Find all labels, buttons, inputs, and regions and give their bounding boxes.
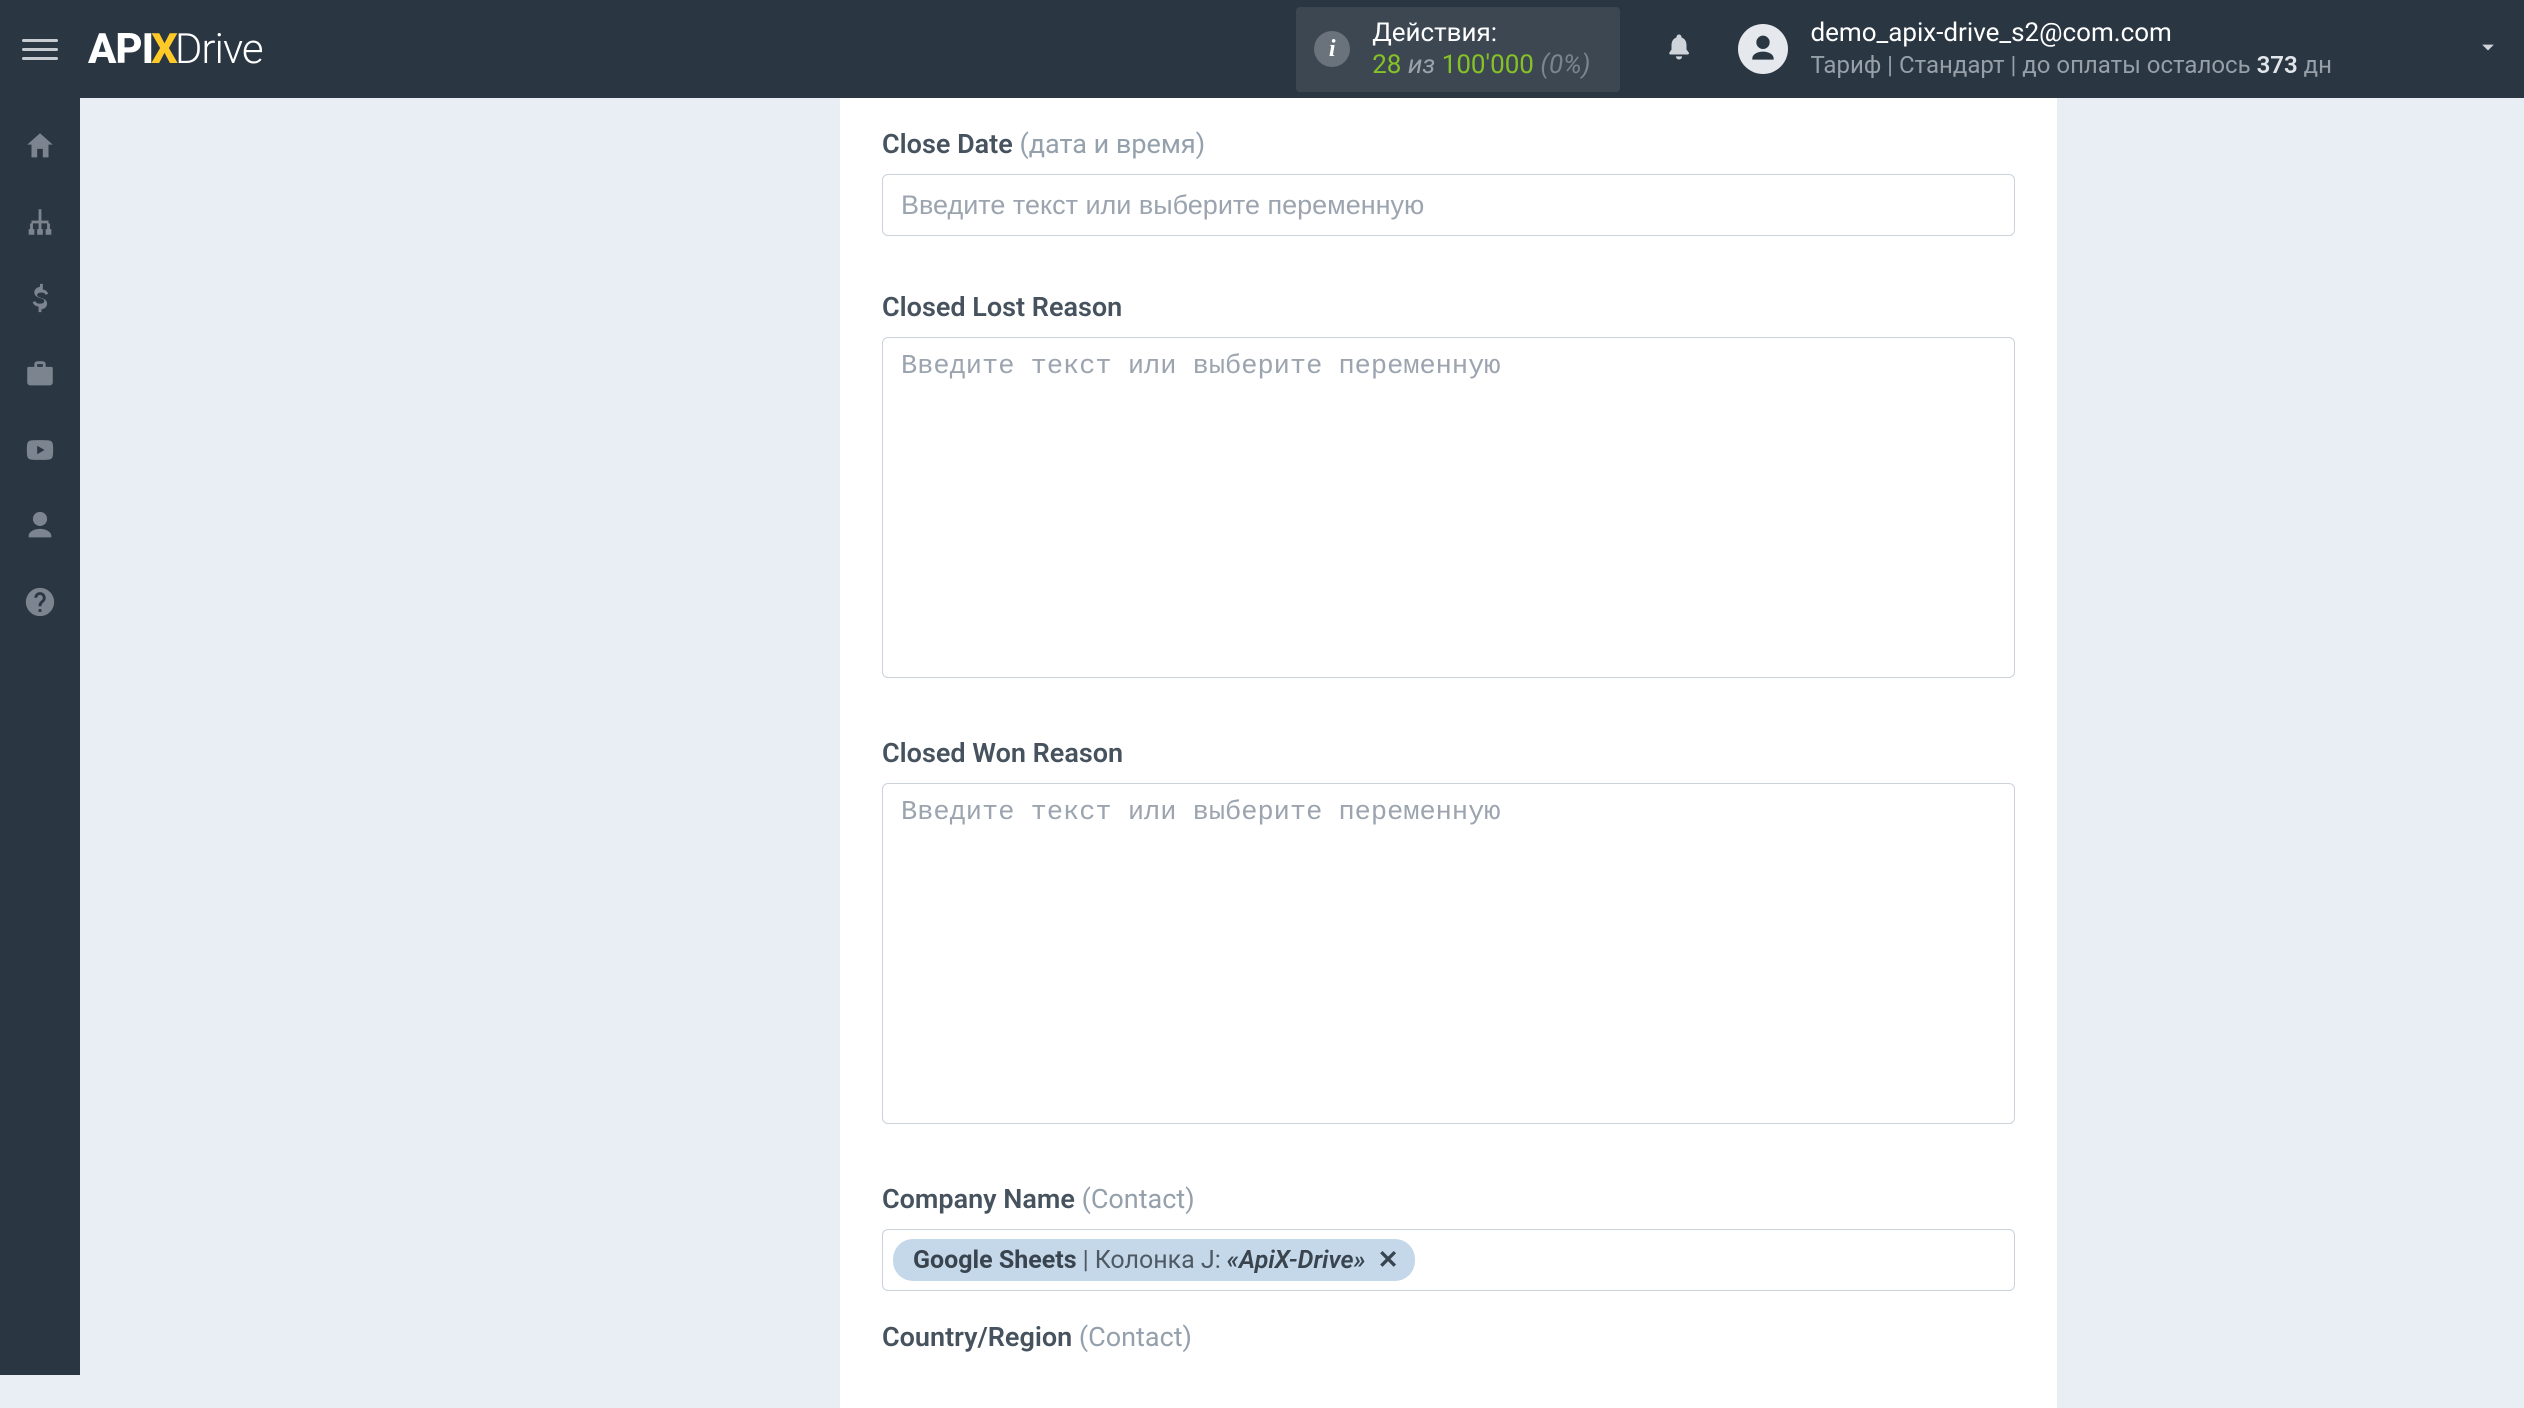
closed-won-reason-input[interactable] [882, 783, 2015, 1124]
closed-won-reason-label: Closed Won Reason [882, 737, 2015, 769]
logo[interactable]: API X Drive [88, 25, 263, 74]
usage-count: 28 [1372, 50, 1401, 80]
side-nav-connections[interactable] [0, 184, 80, 260]
company-name-label: Company Name (Contact) [882, 1183, 2015, 1215]
logo-api: API [88, 25, 153, 74]
home-icon [23, 129, 57, 163]
user-icon [1747, 33, 1779, 65]
side-nav-video[interactable] [0, 412, 80, 488]
info-icon: i [1314, 31, 1350, 67]
user-email: demo_apix-drive_s2@com.com [1810, 17, 2332, 51]
logo-x: X [151, 25, 177, 74]
closed-lost-reason-label: Closed Lost Reason [882, 291, 2015, 323]
country-region-label: Country/Region (Contact) [882, 1321, 2015, 1353]
field-country-region: Country/Region (Contact) [882, 1321, 2015, 1353]
account-menu[interactable]: demo_apix-drive_s2@com.com Тариф | Станд… [1738, 17, 2502, 82]
close-date-label: Close Date (дата и время) [882, 128, 2015, 160]
chevron-down-icon [2474, 33, 2502, 65]
variable-token[interactable]: Google Sheets | Колонка J: «ApiX-Drive» … [893, 1239, 1415, 1281]
user-icon [23, 509, 57, 543]
field-company-name: Company Name (Contact) Google Sheets | К… [882, 1183, 2015, 1291]
side-nav-profile[interactable] [0, 488, 80, 564]
form-card: Close Date (дата и время) Closed Lost Re… [840, 98, 2057, 1408]
help-icon [23, 585, 57, 619]
company-name-input[interactable]: Google Sheets | Колонка J: «ApiX-Drive» … [882, 1229, 2015, 1291]
token-column: Колонка J: [1095, 1246, 1221, 1275]
usage-label: Действия: [1372, 17, 1590, 50]
usage-text: Действия: 28 из 100'000 (0%) [1372, 17, 1590, 82]
bell-icon [1664, 32, 1694, 62]
tariff-line: Тариф | Стандарт | до оплаты осталось 37… [1810, 50, 2332, 81]
token-source: Google Sheets [913, 1246, 1077, 1275]
field-closed-won-reason: Closed Won Reason [882, 737, 2015, 1128]
notifications-button[interactable] [1664, 32, 1694, 66]
token-value: «ApiX-Drive» [1227, 1246, 1366, 1275]
close-date-input[interactable] [882, 174, 2015, 236]
top-bar: API X Drive i Действия: 28 из 100'000 (0… [0, 0, 2524, 98]
avatar [1738, 24, 1788, 74]
field-close-date: Close Date (дата и время) [882, 128, 2015, 236]
hamburger-menu-button[interactable] [22, 31, 58, 67]
usage-iz: из [1408, 50, 1435, 80]
usage-pct: (0%) [1540, 50, 1590, 80]
usage-max: 100'000 [1442, 50, 1534, 80]
dollar-icon [23, 281, 57, 315]
logo-drive: Drive [175, 25, 263, 74]
closed-lost-reason-input[interactable] [882, 337, 2015, 678]
main-area: Close Date (дата и время) Closed Lost Re… [80, 98, 2524, 1375]
youtube-icon [23, 433, 57, 467]
field-closed-lost-reason: Closed Lost Reason [882, 291, 2015, 682]
side-nav [0, 98, 80, 1375]
hierarchy-icon [23, 205, 57, 239]
side-nav-help[interactable] [0, 564, 80, 640]
briefcase-icon [23, 357, 57, 391]
side-nav-billing[interactable] [0, 260, 80, 336]
account-text: demo_apix-drive_s2@com.com Тариф | Станд… [1810, 17, 2332, 82]
usage-actions-box[interactable]: i Действия: 28 из 100'000 (0%) [1296, 7, 1620, 92]
token-remove-icon[interactable]: ✕ [1378, 1245, 1399, 1275]
side-nav-home[interactable] [0, 108, 80, 184]
side-nav-work[interactable] [0, 336, 80, 412]
